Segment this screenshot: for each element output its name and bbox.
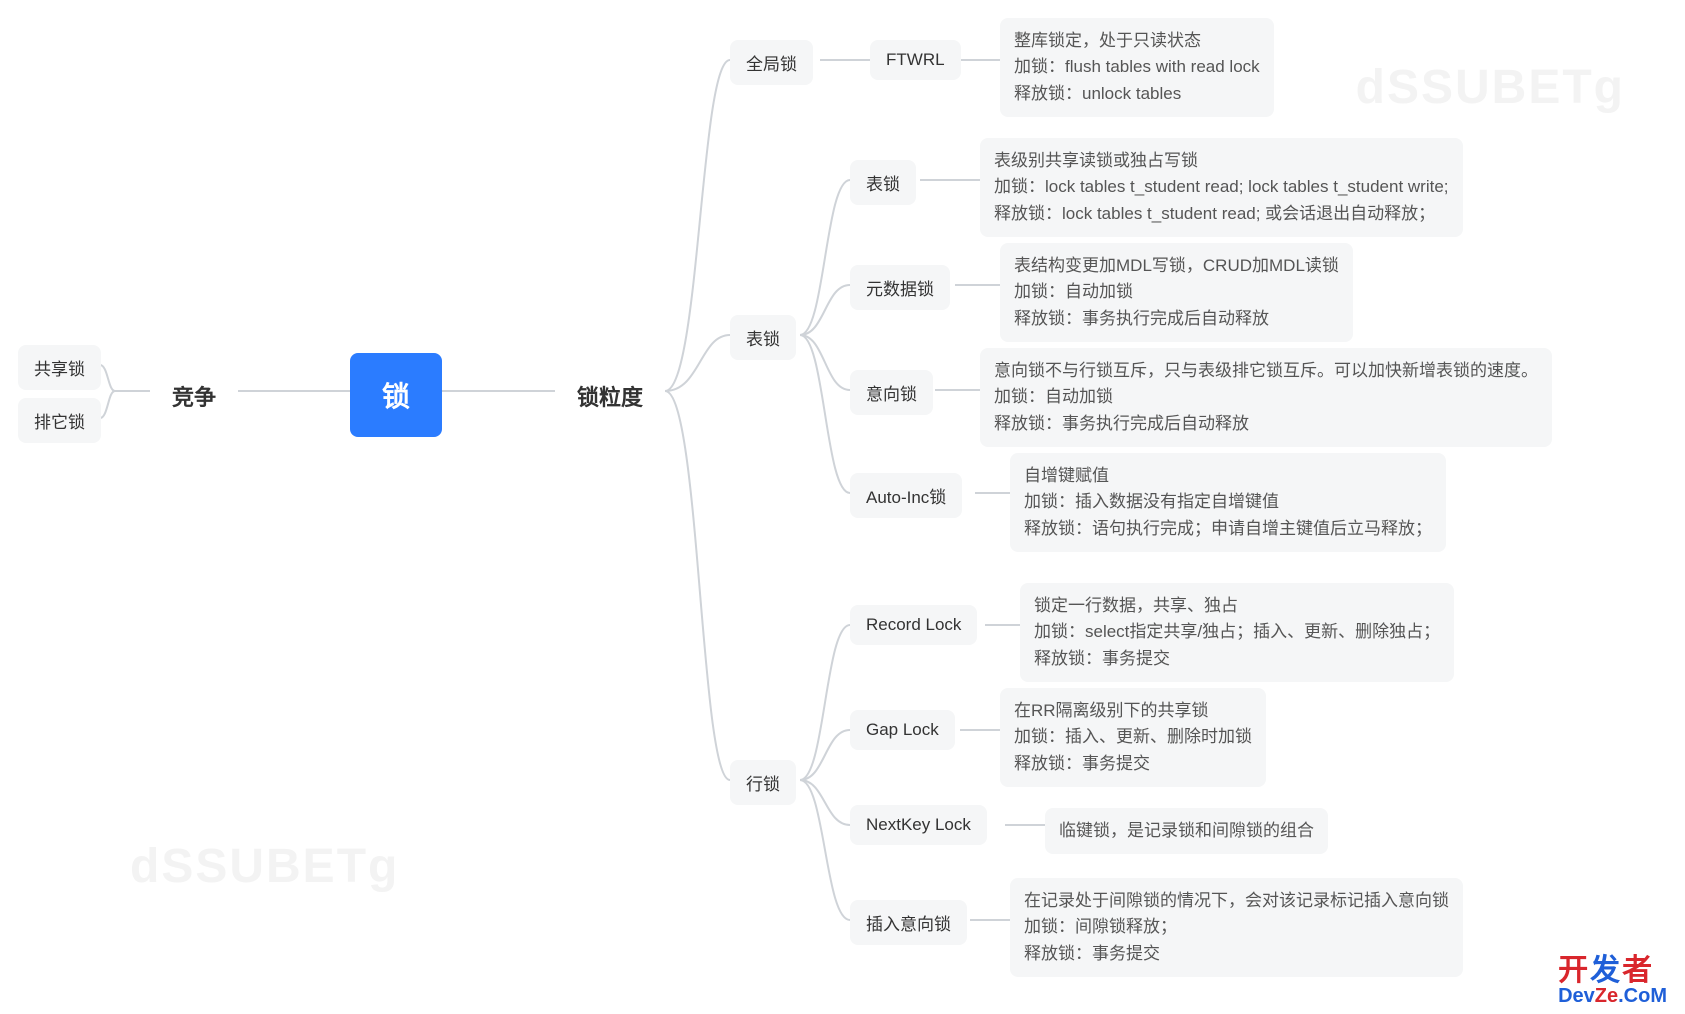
- detail-autoinc-lock: 自增键赋值 加锁：插入数据没有指定自增键值 释放锁：语句执行完成；申请自增主键值…: [1010, 453, 1446, 552]
- detail-insert-intention-lock: 在记录处于间隙锁的情况下，会对该记录标记插入意向锁 加锁：间隙锁释放； 释放锁：…: [1010, 878, 1463, 977]
- node-ftwrl: FTWRL: [870, 40, 961, 80]
- detail-table-lock: 表级别共享读锁或独占写锁 加锁：lock tables t_student re…: [980, 138, 1463, 237]
- detail-ftwrl: 整库锁定，处于只读状态 加锁：flush tables with read lo…: [1000, 18, 1274, 117]
- node-granularity: 锁粒度: [555, 366, 665, 426]
- node-autoinc-lock: Auto-Inc锁: [850, 473, 962, 518]
- site-logo: 开发者 DevZe.CoM: [1558, 956, 1667, 1006]
- detail-record-lock: 锁定一行数据，共享、独占 加锁：select指定共享/独占；插入、更新、删除独占…: [1020, 583, 1454, 682]
- node-competition: 竞争: [150, 366, 238, 426]
- node-gap-lock: Gap Lock: [850, 710, 955, 750]
- root-node: 锁: [350, 353, 442, 437]
- node-exclusive-lock: 排它锁: [18, 398, 101, 443]
- watermark-top: dSSUBETg: [1356, 60, 1625, 115]
- detail-intention-lock: 意向锁不与行锁互斥，只与表级排它锁互斥。可以加快新增表锁的速度。 加锁：自动加锁…: [980, 348, 1552, 447]
- node-table-lock-group: 表锁: [730, 315, 796, 360]
- node-nextkey-lock: NextKey Lock: [850, 805, 987, 845]
- node-metadata-lock: 元数据锁: [850, 265, 950, 310]
- detail-nextkey-lock: 临键锁，是记录锁和间隙锁的组合: [1045, 808, 1328, 854]
- node-insert-intention-lock: 插入意向锁: [850, 900, 967, 945]
- node-global-lock: 全局锁: [730, 40, 813, 85]
- node-record-lock: Record Lock: [850, 605, 977, 645]
- watermark-bottom: dSSUBETg: [130, 839, 399, 894]
- node-intention-lock: 意向锁: [850, 370, 933, 415]
- node-table-lock: 表锁: [850, 160, 916, 205]
- detail-metadata-lock: 表结构变更加MDL写锁，CRUD加MDL读锁 加锁：自动加锁 释放锁：事务执行完…: [1000, 243, 1353, 342]
- node-row-lock-group: 行锁: [730, 760, 796, 805]
- detail-gap-lock: 在RR隔离级别下的共享锁 加锁：插入、更新、删除时加锁 释放锁：事务提交: [1000, 688, 1266, 787]
- node-shared-lock: 共享锁: [18, 345, 101, 390]
